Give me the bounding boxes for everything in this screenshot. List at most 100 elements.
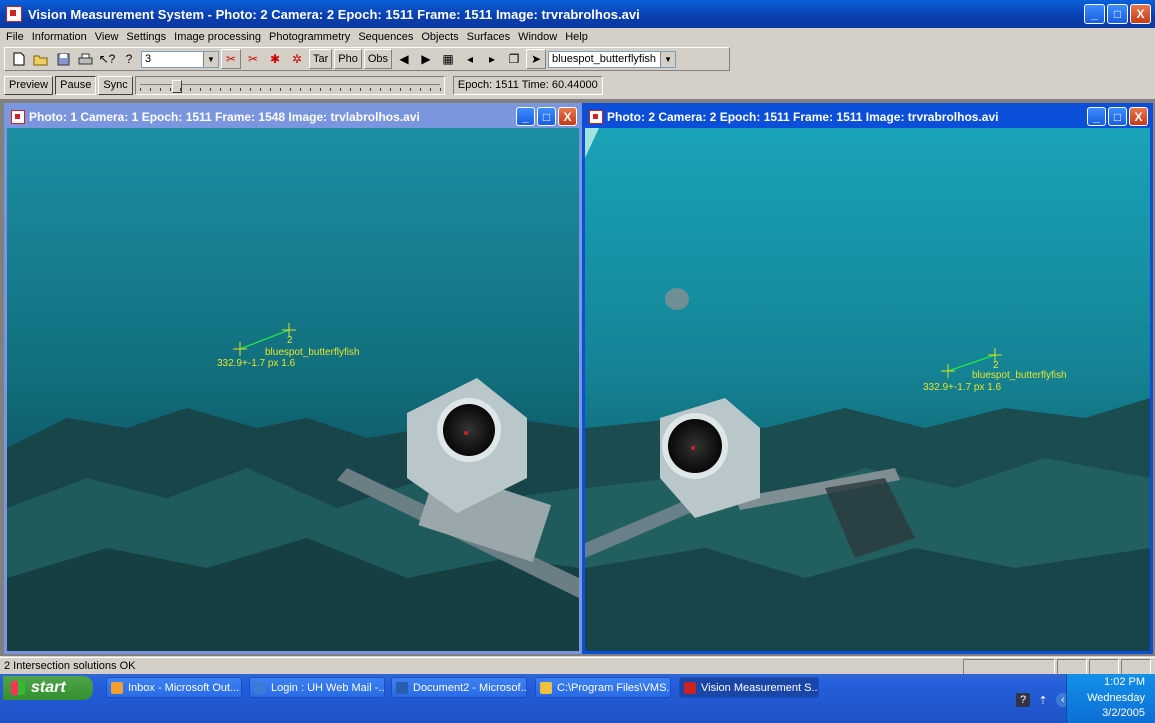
measure-tool-icon[interactable]: ✂ xyxy=(221,49,241,69)
menu-view[interactable]: View xyxy=(95,31,119,43)
taskbar: start Inbox - Microsoft Out... Login : U… xyxy=(0,674,1155,723)
chevron-down-icon[interactable]: ▼ xyxy=(203,51,218,67)
clock-day: Wednesday xyxy=(1087,692,1145,704)
maximize-button[interactable]: □ xyxy=(1108,107,1127,126)
help-tray-icon[interactable]: ? xyxy=(1016,693,1030,707)
menu-file[interactable]: File xyxy=(6,31,24,43)
slider-tick xyxy=(239,87,241,91)
slider-thumb[interactable] xyxy=(171,79,182,93)
menu-help[interactable]: Help xyxy=(565,31,588,43)
photo-1-point-label: 2 xyxy=(287,335,293,346)
obs-button[interactable]: Obs xyxy=(363,49,393,69)
context-help-icon[interactable]: ↖? xyxy=(97,49,117,69)
frame-slider[interactable] xyxy=(134,75,445,95)
menu-window[interactable]: Window xyxy=(518,31,557,43)
save-icon[interactable] xyxy=(53,49,73,69)
slider-tick xyxy=(229,87,231,91)
minimize-button[interactable]: _ xyxy=(1087,107,1106,126)
open-folder-icon[interactable] xyxy=(31,49,51,69)
slider-tick xyxy=(199,87,201,91)
step-back-icon[interactable]: ◂ xyxy=(460,49,480,69)
slider-tick xyxy=(319,87,321,91)
photo-window-2-title-bar[interactable]: Photo: 2 Camera: 2 Epoch: 1511 Frame: 15… xyxy=(585,106,1150,128)
species-select[interactable]: bluespot_butterflyfish ▼ xyxy=(548,50,677,68)
minimize-button[interactable]: _ xyxy=(1084,4,1105,24)
cut-tool-icon[interactable]: ✂ xyxy=(243,49,263,69)
minimize-button[interactable]: _ xyxy=(516,107,535,126)
photo-1-measure-label: 332.9+-1.7 px 1.6 xyxy=(217,358,296,369)
menu-information[interactable]: Information xyxy=(32,31,87,43)
slider-tick xyxy=(329,87,331,91)
slider-tick xyxy=(339,87,341,91)
photo-window-2-title: Photo: 2 Camera: 2 Epoch: 1511 Frame: 15… xyxy=(607,110,999,124)
folder-icon xyxy=(540,681,552,694)
start-label: start xyxy=(31,679,66,696)
new-file-icon[interactable] xyxy=(9,49,29,69)
status-pane xyxy=(1121,659,1151,675)
target-tool-icon[interactable]: ✱ xyxy=(265,49,285,69)
outlook-icon xyxy=(111,681,123,694)
chevron-down-icon[interactable]: ▼ xyxy=(660,51,676,67)
window-title-bar[interactable]: Vision Measurement System - Photo: 2 Cam… xyxy=(0,0,1155,28)
slider-tick xyxy=(259,87,261,91)
slider-tick xyxy=(269,87,271,91)
maximize-button[interactable]: □ xyxy=(537,107,556,126)
close-button[interactable]: X xyxy=(1129,107,1148,126)
menu-photogrammetry[interactable]: Photogrammetry xyxy=(269,31,350,43)
taskbar-item-vms[interactable]: Vision Measurement S... xyxy=(679,677,819,698)
taskbar-item-document[interactable]: Document2 - Microsof... xyxy=(391,677,527,698)
close-button[interactable]: X xyxy=(558,107,577,126)
menu-surfaces[interactable]: Surfaces xyxy=(467,31,510,43)
sync-button[interactable]: Sync xyxy=(98,75,133,95)
menu-objects[interactable]: Objects xyxy=(421,31,458,43)
taskbar-item-label: Login : UH Web Mail -... xyxy=(271,681,385,694)
photo-1-image[interactable]: 2 bluespot_butterflyfish 332.9+-1.7 px 1… xyxy=(7,128,579,651)
epoch-select[interactable]: 3 ▼ xyxy=(141,50,219,68)
clock-date: 3/2/2005 xyxy=(1102,707,1145,719)
tar-button[interactable]: Tar xyxy=(309,49,333,69)
slider-tick xyxy=(349,87,351,91)
pause-button[interactable]: Pause xyxy=(55,75,97,95)
network-tray-icon[interactable]: ⇡ xyxy=(1036,693,1050,707)
slider-tick xyxy=(169,87,171,91)
next-frame-icon[interactable]: ▶ xyxy=(416,49,436,69)
copy-icon[interactable]: ❐ xyxy=(504,49,524,69)
photo-window-2[interactable]: Photo: 2 Camera: 2 Epoch: 1511 Frame: 15… xyxy=(582,103,1153,654)
previous-frame-icon[interactable]: ◀ xyxy=(394,49,414,69)
run-icon[interactable]: ➤ xyxy=(526,49,547,69)
start-button[interactable]: start xyxy=(3,676,93,700)
slider-tick xyxy=(209,87,211,91)
preview-button[interactable]: Preview xyxy=(4,75,54,95)
window-title: Vision Measurement System - Photo: 2 Cam… xyxy=(28,6,640,22)
slider-tick xyxy=(189,87,191,91)
taskbar-item-inbox[interactable]: Inbox - Microsoft Out... xyxy=(106,677,242,698)
pho-button[interactable]: Pho xyxy=(334,49,362,69)
step-forward-icon[interactable]: ▸ xyxy=(482,49,502,69)
photo-2-image[interactable]: 2 bluespot_butterflyfish 332.9+-1.7 px 1… xyxy=(585,128,1150,651)
maximize-button[interactable]: □ xyxy=(1107,4,1128,24)
photo-2-species-label: bluespot_butterflyfish xyxy=(972,370,1067,381)
status-pane xyxy=(1089,659,1119,675)
taskbar-item-explorer[interactable]: C:\Program Files\VMS... xyxy=(535,677,671,698)
epoch-select-value: 3 xyxy=(145,53,152,65)
photo-window-1-title-bar[interactable]: Photo: 1 Camera: 1 Epoch: 1511 Frame: 15… xyxy=(7,106,579,128)
close-button[interactable]: X xyxy=(1130,4,1151,24)
system-clock[interactable]: 1:02 PM Wednesday 3/2/2005 xyxy=(1066,674,1155,723)
slider-tick xyxy=(159,87,161,91)
slider-tick xyxy=(379,87,381,91)
photo-2-measure-label: 332.9+-1.7 px 1.6 xyxy=(923,382,1002,393)
menu-settings[interactable]: Settings xyxy=(126,31,166,43)
menu-image-processing[interactable]: Image processing xyxy=(174,31,261,43)
frame-counter-icon[interactable]: ▦ xyxy=(438,49,458,69)
taskbar-item-webmail[interactable]: Login : UH Web Mail -... xyxy=(249,677,385,698)
slider-tick xyxy=(359,87,361,91)
slider-tick xyxy=(299,87,301,91)
photo-window-1[interactable]: Photo: 1 Camera: 1 Epoch: 1511 Frame: 15… xyxy=(4,103,582,654)
slider-tick xyxy=(369,87,371,91)
menu-sequences[interactable]: Sequences xyxy=(358,31,413,43)
app-icon[interactable] xyxy=(6,6,22,22)
menu-bar: File Information View Settings Image pro… xyxy=(0,28,1155,45)
points-tool-icon[interactable]: ✲ xyxy=(287,49,307,69)
print-icon[interactable] xyxy=(75,49,95,69)
help-icon[interactable]: ? xyxy=(119,49,139,69)
